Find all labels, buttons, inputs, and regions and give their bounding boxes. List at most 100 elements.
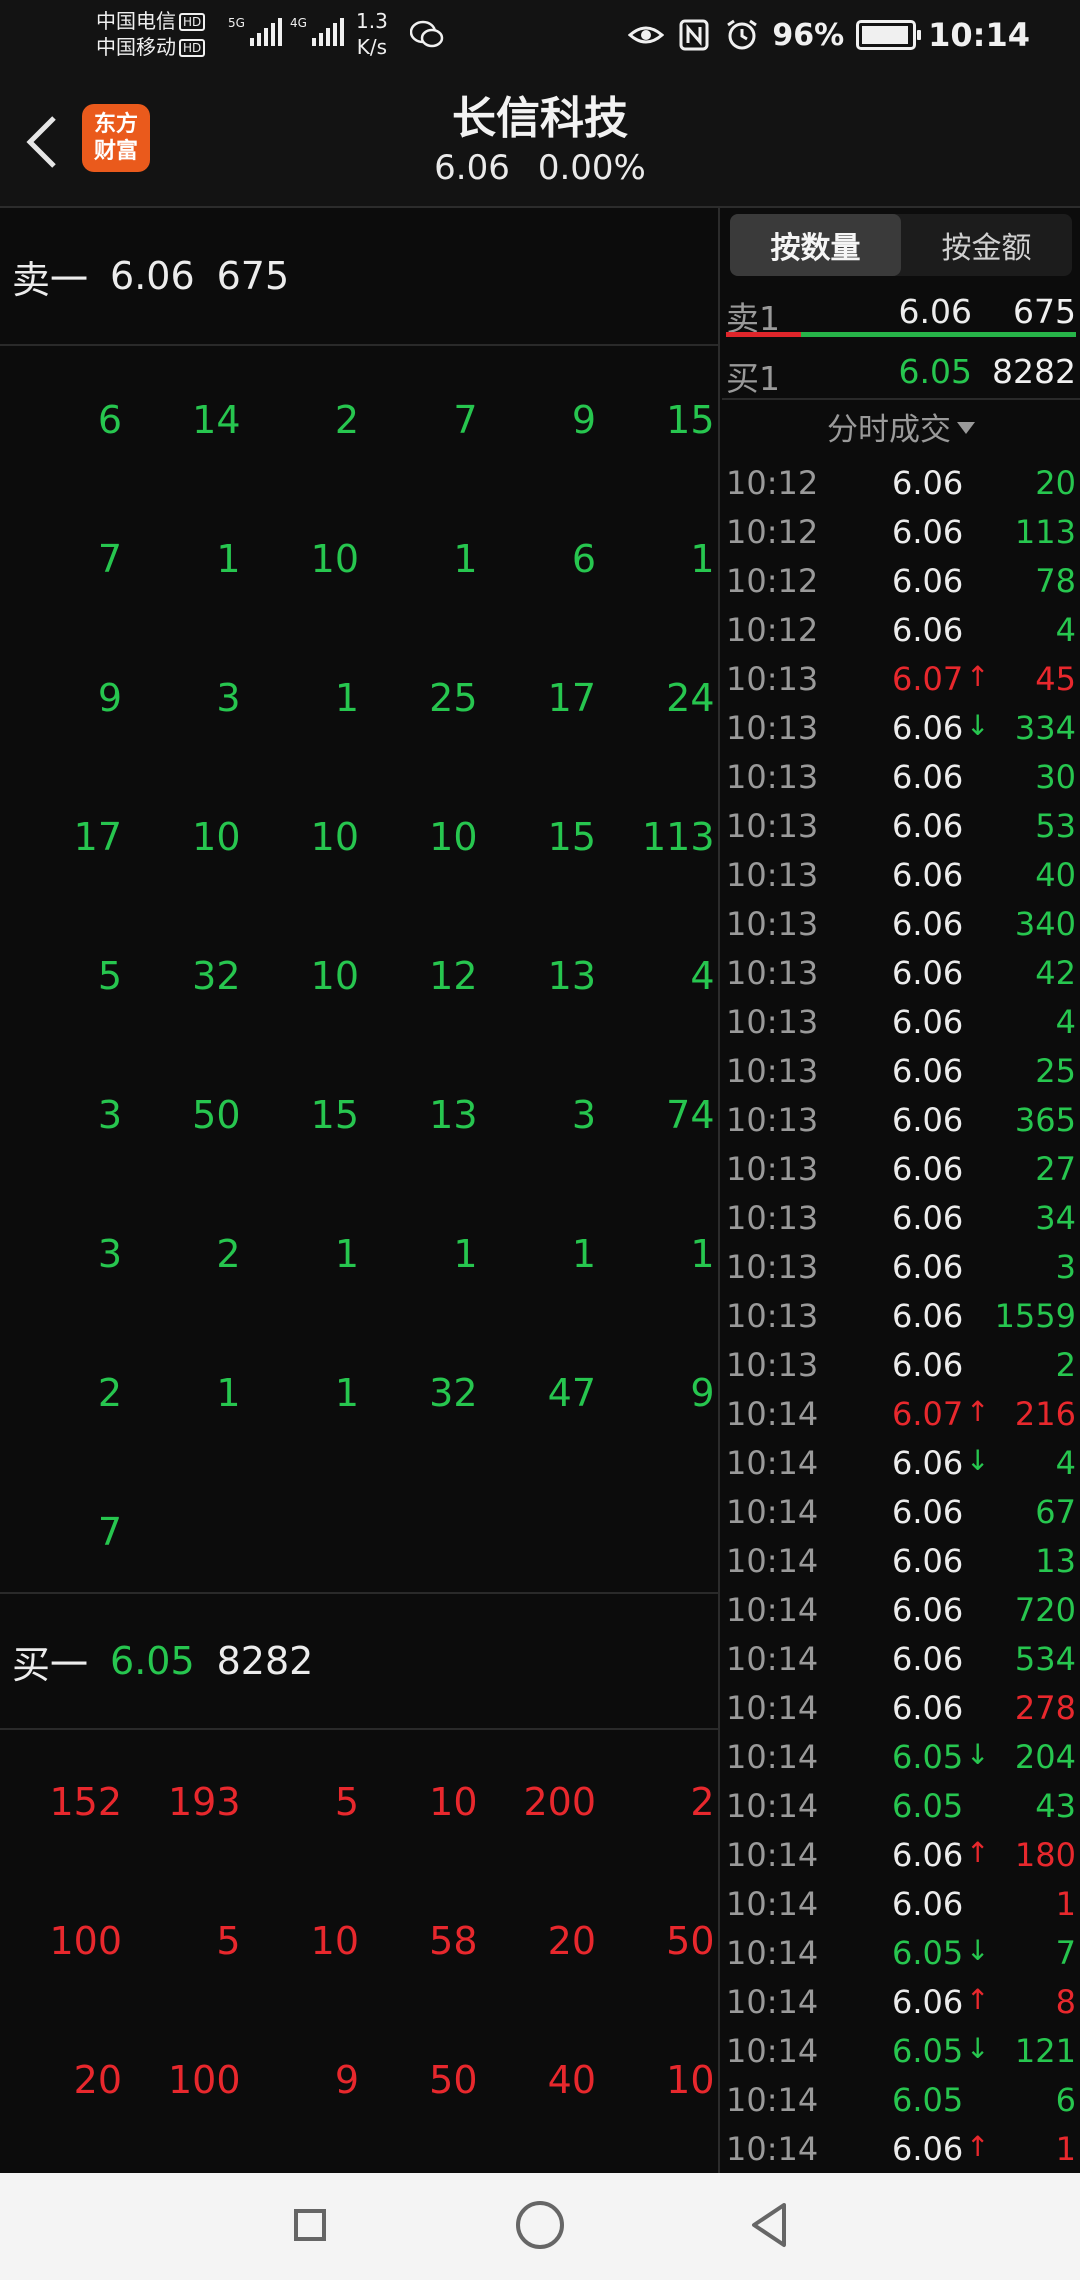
trade-direction: ↓ [966,1738,990,1771]
trade-volume: 40 [1035,856,1076,894]
trade-volume: 365 [1014,1101,1076,1139]
trade-time: 10:14 [726,1493,819,1531]
trade-volume: 78 [1035,562,1076,600]
queue-row: 17 10 10 10 15 113 [0,767,718,906]
trade-price: 6.06 [892,1346,964,1384]
sell1-label: 卖一 [12,257,89,302]
circle-icon[interactable] [510,2195,570,2255]
queue-order-volume: 10 [429,814,478,859]
trade-price: 6.06 [892,1150,964,1188]
queue-order-volume: 7 [97,536,122,581]
caret-down-icon [957,422,975,434]
trade-list[interactable]: 10:12 6.06 20 10:12 6.06 113 10:12 6.06 78 10:12 6… [722,460,1080,2175]
tab-by-quantity[interactable]: 按数量 [730,214,901,276]
queue-row: 3 50 15 13 3 74 [0,1045,718,1184]
sell-order-queue: 6 14 2 7 9 15 7 1 10 1 6 1 9 3 1 25 17 24 17 10 10 10 15 113 5 32… [0,350,718,1601]
trade-row: 10:14 6.05 43 [722,1783,1080,1832]
queue-order-volume: 5 [334,1779,359,1824]
trade-panel: 按数量 按金额 卖1 6.06 675 买1 6.05 8282 分时成交 10… [722,208,1080,2173]
trade-time: 10:13 [726,1052,819,1090]
queue-order-volume: 13 [547,953,596,998]
trade-row: 10:14 6.06 534 [722,1636,1080,1685]
speed-unit: K/s [356,35,388,59]
trade-direction: ↑ [966,660,990,693]
trade-row: 10:13 6.06 40 [722,852,1080,901]
trade-volume: 121 [1014,2032,1076,2070]
queue-order-volume: 200 [523,1779,596,1824]
trade-direction: ↓ [966,2032,990,2065]
trade-price: 6.06 [892,709,964,747]
trade-volume: 204 [1014,1738,1076,1776]
trades-dropdown[interactable]: 分时成交 [722,404,1080,449]
trade-price: 6.06 [892,1640,964,1678]
queue-order-volume: 3 [97,1231,122,1276]
trade-volume: 1559 [994,1297,1076,1335]
trade-row: 10:14 6.06 13 [722,1538,1080,1587]
queue-order-volume: 14 [192,397,241,442]
trade-direction: ↓ [966,1444,990,1477]
hd-badge: HD [179,13,206,31]
trade-price: 6.06 [892,1885,964,1923]
trade-volume: 720 [1014,1591,1076,1629]
queue-row: 6 14 2 7 9 15 [0,350,718,489]
trade-row: 10:14 6.05 ↓ 204 [722,1734,1080,1783]
square-icon[interactable] [280,2195,340,2255]
trade-time: 10:13 [726,1248,819,1286]
trade-volume: 2 [1055,1346,1076,1384]
queue-order-volume: 3 [97,1092,122,1137]
queue-order-volume: 15 [547,814,596,859]
queue-order-volume: 10 [429,1779,478,1824]
trade-time: 10:13 [726,1150,819,1188]
queue-order-volume: 24 [666,675,715,720]
trade-time: 10:14 [726,1836,819,1874]
tab-by-amount[interactable]: 按金额 [901,214,1072,276]
queue-order-volume: 15 [310,1092,359,1137]
queue-order-volume: 10 [192,814,241,859]
trade-time: 10:13 [726,1101,819,1139]
queue-order-volume: 1 [571,1231,596,1276]
trade-price: 6.05 [892,1934,964,1972]
trade-direction: ↑ [966,1395,990,1428]
queue-order-volume: 12 [429,953,478,998]
queue-order-volume: 7 [97,1509,122,1554]
trade-time: 10:14 [726,1934,819,1972]
queue-order-volume: 10 [310,1918,359,1963]
queue-order-volume: 10 [310,953,359,998]
queue-order-volume: 4 [690,953,715,998]
trade-time: 10:13 [726,1003,819,1041]
queue-order-volume: 32 [429,1370,478,1415]
queue-order-volume: 9 [690,1370,715,1415]
battery-percent: 96% [772,17,845,53]
trade-row: 10:14 6.05 ↓ 121 [722,2028,1080,2077]
trade-time: 10:14 [726,1689,819,1727]
queue-order-volume: 7 [453,397,478,442]
trade-time: 10:13 [726,709,819,747]
network-speed: 1.3 K/s [356,8,388,60]
signal-icon: 5G [228,16,282,46]
trade-row: 10:14 6.06 ↑ 180 [722,1832,1080,1881]
trade-volume: 42 [1035,954,1076,992]
triangle-back-icon[interactable] [740,2195,800,2255]
trade-row: 10:13 6.06 42 [722,950,1080,999]
trade-row: 10:14 6.06 720 [722,1587,1080,1636]
queue-row: 5 32 10 12 13 4 [0,906,718,1045]
trade-time: 10:14 [726,1787,819,1825]
queue-order-volume: 17 [547,675,596,720]
trade-row: 10:13 6.06 34 [722,1195,1080,1244]
trade-time: 10:14 [726,1983,819,2021]
trade-time: 10:13 [726,1297,819,1335]
trade-price: 6.06 [892,464,964,502]
queue-order-volume: 152 [49,1779,122,1824]
trade-time: 10:12 [726,562,819,600]
queue-order-volume: 1 [453,536,478,581]
bid-volume: 8282 [992,352,1076,391]
system-nav-bar [0,2173,1080,2280]
trade-time: 10:12 [726,464,819,502]
speed-value: 1.3 [356,9,388,33]
stock-change: 0.00% [537,148,646,188]
stock-name: 长信科技 [452,93,628,144]
trade-volume: 340 [1014,905,1076,943]
queue-row: 20 100 9 50 40 10 [0,2010,718,2149]
queue-order-volume: 1 [690,536,715,581]
trade-volume: 180 [1014,1836,1076,1874]
